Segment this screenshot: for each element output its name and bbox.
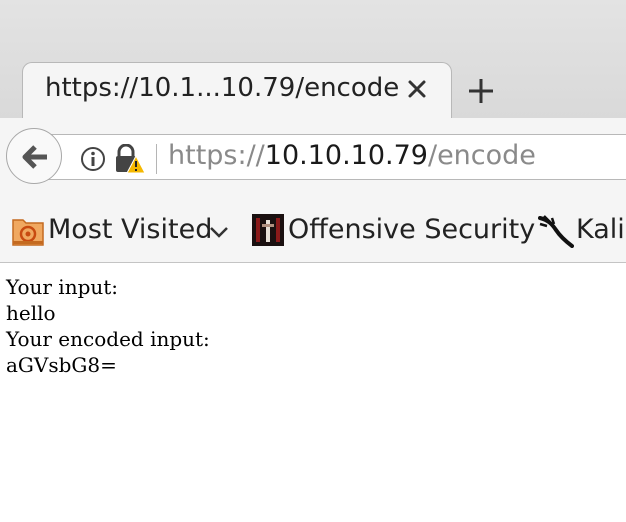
bookmarks-toolbar: Most Visited Offensive Security Kali bbox=[0, 198, 626, 263]
lock-warning-icon[interactable] bbox=[114, 143, 146, 174]
page-content: Your input: hello Your encoded input: aG… bbox=[6, 274, 210, 378]
encoded-value: aGVsbG8= bbox=[6, 353, 117, 377]
bookmark-label: Kali bbox=[576, 214, 625, 245]
back-arrow-icon bbox=[22, 145, 47, 169]
url-separator bbox=[156, 144, 157, 174]
bookmark-label: Offensive Security bbox=[288, 214, 536, 245]
chevron-down-icon bbox=[210, 227, 228, 238]
url-host: 10.10.10.79 bbox=[264, 140, 428, 171]
close-icon[interactable] bbox=[405, 77, 429, 101]
kali-dragon-icon bbox=[538, 215, 574, 248]
bookmark-label: Most Visited bbox=[48, 214, 213, 245]
url-text[interactable]: https://10.10.10.79/encode bbox=[168, 140, 536, 171]
input-value: hello bbox=[6, 301, 56, 325]
info-icon[interactable] bbox=[80, 146, 106, 172]
offensive-security-icon bbox=[252, 214, 284, 246]
tab-title: https://10.1...10.79/encode bbox=[45, 73, 400, 103]
most-visited-folder-icon bbox=[12, 219, 44, 246]
plus-icon[interactable] bbox=[466, 76, 496, 106]
url-path: /encode bbox=[427, 140, 536, 171]
input-heading: Your input: bbox=[6, 275, 119, 299]
tab-strip: https://10.1...10.79/encode bbox=[0, 0, 626, 120]
browser-tab[interactable]: https://10.1...10.79/encode bbox=[22, 62, 452, 120]
encoded-heading: Your encoded input: bbox=[6, 327, 210, 351]
url-scheme: https:// bbox=[168, 140, 265, 171]
back-button[interactable] bbox=[6, 128, 62, 184]
